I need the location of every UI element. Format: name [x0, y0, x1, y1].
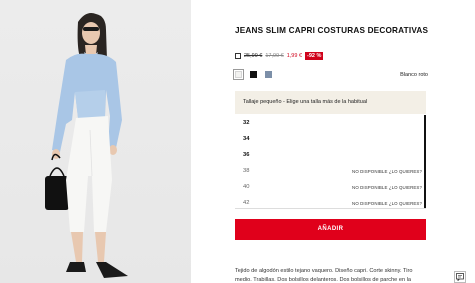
size-unavailable-link[interactable]: NO DISPONIBLE ¿LO QUIERES?: [352, 201, 422, 206]
price-original: 25,99 €: [244, 52, 263, 59]
size-option[interactable]: 38 NO DISPONIBLE ¿LO QUIERES?: [235, 163, 424, 179]
chat-button[interactable]: [454, 271, 466, 283]
swatch-negro[interactable]: [250, 71, 257, 78]
size-option[interactable]: 32: [235, 115, 424, 131]
size-unavailable-link[interactable]: NO DISPONIBLE ¿LO QUIERES?: [352, 185, 422, 190]
size-label: 32: [243, 120, 250, 126]
compare-checkbox[interactable]: [235, 52, 241, 59]
product-detail-panel: JEANS SLIM CAPRI COSTURAS DECORATIVAS 25…: [191, 0, 475, 283]
add-to-cart-button[interactable]: AÑADIR: [235, 219, 426, 240]
size-label: 36: [243, 152, 250, 158]
price-previous: 17,99 €: [265, 52, 284, 59]
size-option[interactable]: 42 NO DISPONIBLE ¿LO QUIERES?: [235, 195, 424, 208]
swatch-blanco-roto[interactable]: [233, 69, 244, 80]
product-photo[interactable]: [0, 0, 191, 283]
size-hint-banner: Tallaje pequeño - Elige una talla más de…: [235, 91, 426, 114]
size-option[interactable]: 34: [235, 131, 424, 147]
color-swatches: [233, 69, 272, 80]
size-option[interactable]: 36: [235, 147, 424, 163]
product-title: JEANS SLIM CAPRI COSTURAS DECORATIVAS: [235, 26, 429, 35]
size-label: 40: [243, 184, 250, 190]
product-description: Tejido de algodón estilo tejano vaquero.…: [235, 268, 413, 283]
divider: [235, 208, 426, 209]
size-label: 42: [243, 200, 250, 206]
size-list[interactable]: 32 34 36 38 NO DISPONIBLE ¿LO QUIERES? 4…: [235, 115, 426, 208]
discount-badge: -92 %: [305, 51, 324, 60]
swatch-azul[interactable]: [265, 71, 272, 78]
size-label: 38: [243, 168, 250, 174]
chat-icon: [456, 273, 464, 281]
size-label: 34: [243, 136, 250, 142]
price-current: 1,99 €: [286, 52, 303, 59]
size-unavailable-link[interactable]: NO DISPONIBLE ¿LO QUIERES?: [352, 169, 422, 174]
selected-color-name: Blanco roto: [400, 72, 428, 78]
price-row: 25,99 € 17,99 € 1,99 € -92 %: [235, 51, 324, 60]
model-illustration: [45, 13, 128, 278]
size-option[interactable]: 40 NO DISPONIBLE ¿LO QUIERES?: [235, 179, 424, 195]
